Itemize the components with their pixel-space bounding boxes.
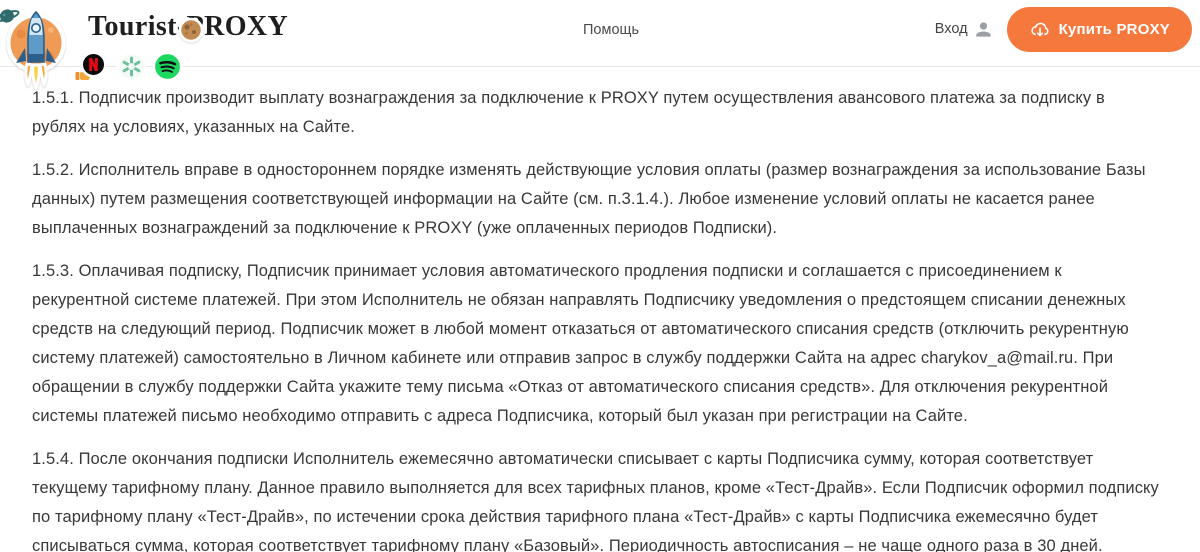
brand-logo[interactable] <box>0 0 210 95</box>
header-right-group: Вход Купить PROXY <box>935 6 1192 52</box>
terms-paragraph-1-5-4: 1.5.4. После окончания подписки Исполнит… <box>32 445 1160 552</box>
spotify-icon <box>152 51 183 82</box>
terms-content: 1.5.1. Подписчик производит выплату возн… <box>0 67 1200 552</box>
terms-paragraph-1-5-3: 1.5.3. Оплачивая подписку, Подписчик при… <box>32 257 1160 431</box>
chatgpt-icon <box>116 51 147 82</box>
person-icon[interactable] <box>973 19 994 40</box>
help-link[interactable]: Помощь <box>583 22 639 38</box>
cloud-download-icon <box>1029 19 1050 40</box>
buy-proxy-label: Купить PROXY <box>1059 21 1170 38</box>
buy-proxy-button[interactable]: Купить PROXY <box>1007 7 1192 52</box>
header: Tourist-PROXY Помощь Вход Купить PROXY <box>0 0 1200 67</box>
rocket-sticker-icon <box>5 4 67 90</box>
netflix-icon <box>80 51 107 78</box>
moon-icon <box>178 17 204 43</box>
terms-paragraph-1-5-2: 1.5.2. Исполнитель вправе в односторонне… <box>32 156 1160 243</box>
login-link[interactable]: Вход <box>935 21 968 37</box>
